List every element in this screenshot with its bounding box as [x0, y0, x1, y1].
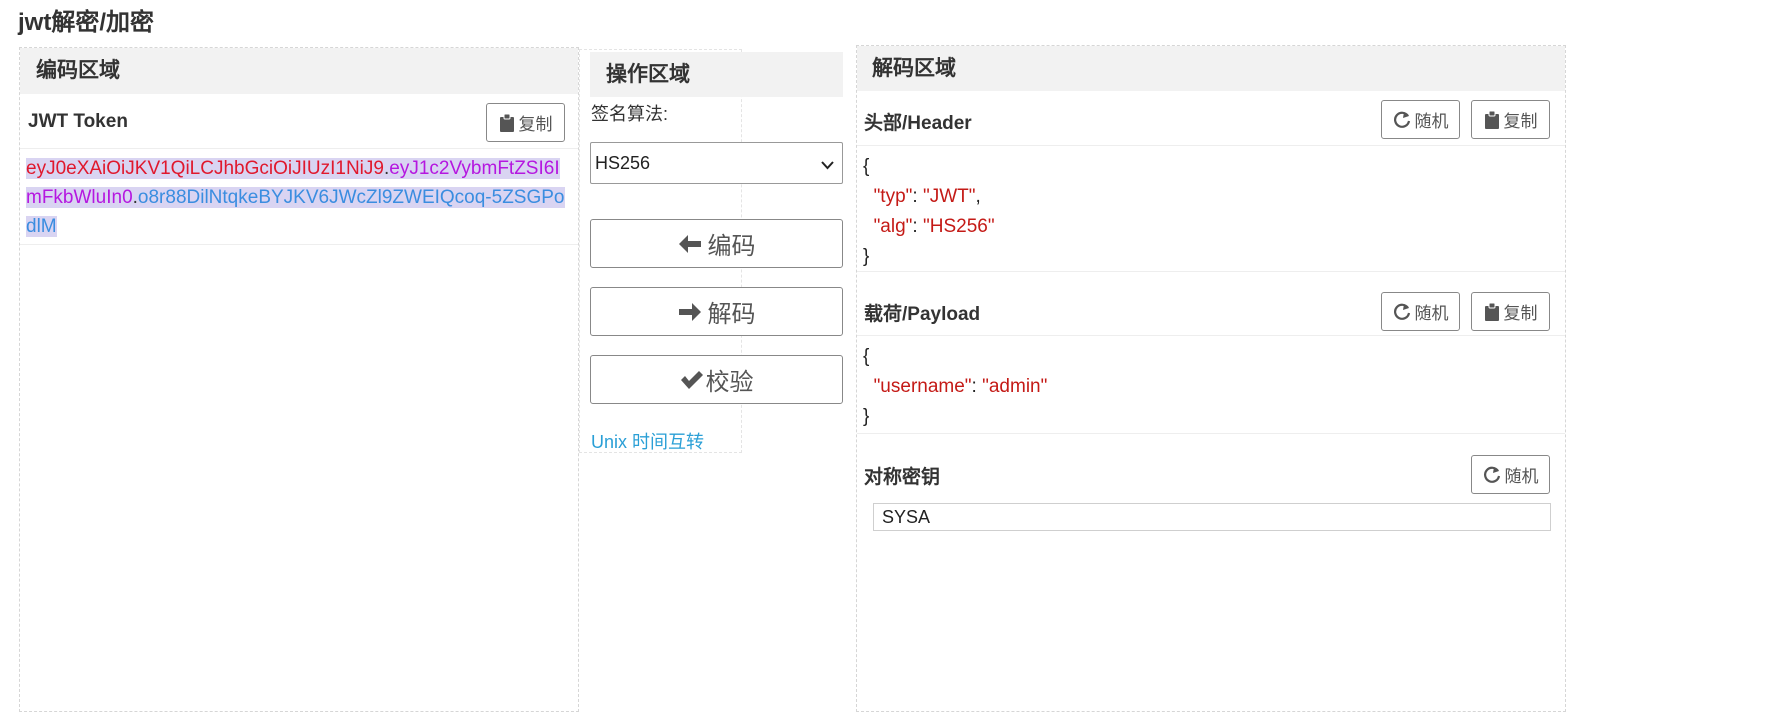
algorithm-selected-value: HS256: [595, 153, 651, 173]
encode-panel-heading: 编码区域: [20, 48, 578, 94]
verify-button[interactable]: 校验: [590, 355, 843, 404]
divider: [857, 145, 1565, 146]
divider: [857, 335, 1565, 336]
random-header-button[interactable]: 随机: [1381, 100, 1460, 139]
refresh-icon: [1393, 303, 1411, 321]
arrow-left-icon: [678, 234, 702, 254]
encode-button[interactable]: 编码: [590, 219, 843, 268]
random-payload-button[interactable]: 随机: [1381, 292, 1460, 331]
clipboard-icon: [499, 113, 515, 132]
random-label: 随机: [1414, 112, 1449, 131]
secret-input-value: SYSA: [882, 507, 931, 527]
decode-button[interactable]: 解码: [590, 287, 843, 336]
encode-panel: 编码区域: [19, 47, 579, 712]
copy-token-label: 复制: [518, 115, 553, 134]
arrow-right-icon: [678, 302, 702, 322]
random-label: 随机: [1504, 467, 1539, 486]
copy-header-button[interactable]: 复制: [1471, 100, 1550, 139]
divider: [20, 244, 578, 245]
json-value: "JWT": [922, 186, 976, 207]
token-header-part: eyJ0eXAiOiJKV1QiLCJhbGciOiJIUzI1NiJ9: [26, 158, 384, 179]
divider: [857, 271, 1565, 272]
json-key: "username": [873, 376, 972, 397]
payload-json-editor[interactable]: { "username": "admin" }: [863, 342, 1047, 432]
encode-button-label: 编码: [707, 233, 756, 260]
unix-time-link[interactable]: Unix 时间互转: [591, 428, 704, 454]
decode-panel-heading: 解码区域: [857, 46, 1565, 91]
json-value: "HS256": [922, 216, 995, 237]
divider: [20, 148, 578, 149]
json-key: "typ": [873, 186, 913, 207]
divider: [857, 433, 1565, 434]
copy-payload-button[interactable]: 复制: [1471, 292, 1550, 331]
algorithm-select[interactable]: HS256: [590, 142, 843, 184]
check-icon: [680, 370, 704, 390]
jwt-token-label: JWT Token: [28, 111, 128, 132]
random-label: 随机: [1414, 304, 1449, 323]
page-title: jwt解密/加密: [18, 9, 154, 36]
clipboard-icon: [1484, 302, 1500, 321]
copy-token-button[interactable]: 复制: [486, 103, 565, 142]
clipboard-icon: [1484, 110, 1500, 129]
header-json-editor[interactable]: { "typ": "JWT", "alg": "HS256" }: [863, 152, 995, 272]
payload-label: 载荷/Payload: [864, 304, 981, 325]
random-secret-button[interactable]: 随机: [1471, 455, 1550, 494]
json-key: "alg": [873, 216, 913, 237]
decode-button-label: 解码: [707, 301, 756, 328]
json-brace: {: [863, 346, 870, 367]
chevron-down-icon: [821, 157, 834, 175]
refresh-icon: [1393, 111, 1411, 129]
secret-input[interactable]: SYSA: [873, 503, 1551, 531]
verify-button-label: 校验: [705, 369, 754, 396]
refresh-icon: [1483, 466, 1501, 484]
jwt-token-textarea[interactable]: eyJ0eXAiOiJKV1QiLCJhbGciOiJIUzI1NiJ9.eyJ…: [26, 154, 571, 241]
algorithm-label: 签名算法:: [591, 104, 669, 124]
copy-label: 复制: [1503, 304, 1538, 323]
json-value: "admin": [982, 376, 1048, 397]
json-brace: }: [863, 246, 870, 267]
header-label: 头部/Header: [864, 113, 972, 134]
ops-panel-heading: 操作区域: [590, 52, 843, 97]
copy-label: 复制: [1503, 112, 1538, 131]
secret-label: 对称密钥: [864, 467, 941, 488]
json-brace: }: [863, 406, 870, 427]
json-brace: {: [863, 156, 870, 177]
